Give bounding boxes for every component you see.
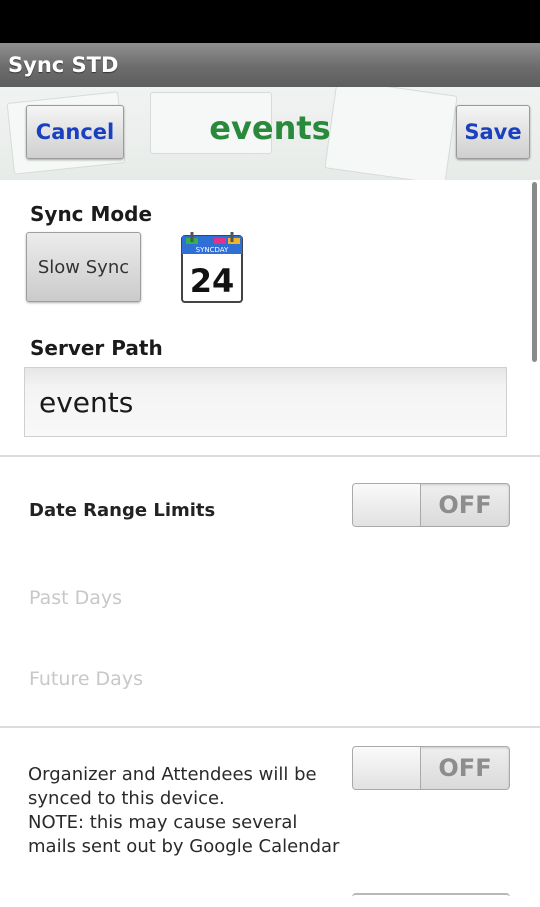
server-path-label: Server Path: [30, 336, 163, 360]
slow-sync-button[interactable]: Slow Sync: [26, 232, 141, 302]
sync-mode-label: Sync Mode: [30, 202, 153, 226]
toggle-knob: [353, 747, 421, 789]
app-title-text: Sync STD: [8, 53, 119, 77]
calendar-header-text: SYNCDAY: [196, 246, 229, 254]
toggle-knob: [353, 484, 421, 526]
note-line: NOTE: this may cause several: [28, 812, 298, 833]
scrollbar[interactable]: [532, 182, 537, 362]
toggle-state: OFF: [438, 491, 492, 519]
toggle-state: OFF: [438, 754, 492, 782]
app-title: Sync STD: [0, 43, 540, 87]
divider: [0, 455, 540, 457]
save-button[interactable]: Save: [456, 105, 530, 159]
header-bar: Cancel events Save: [0, 87, 540, 180]
attendees-note: Organizer and Attendees will be synced t…: [28, 763, 358, 859]
save-button-label: Save: [464, 120, 522, 144]
divider: [0, 726, 540, 728]
attendees-toggle[interactable]: OFF: [352, 746, 510, 790]
past-days-label: Past Days: [29, 587, 123, 609]
calendar-day-text: 24: [190, 262, 235, 300]
note-line: Organizer and Attendees will be: [28, 764, 317, 785]
date-range-limits-label: Date Range Limits: [29, 500, 216, 521]
future-days-label: Future Days: [29, 668, 143, 690]
note-line: synced to this device.: [28, 788, 225, 809]
calendar-icon: SYNCDAY 24: [180, 230, 244, 304]
status-bar: [0, 0, 540, 43]
slow-sync-button-label: Slow Sync: [37, 256, 130, 278]
server-path-input[interactable]: events: [24, 367, 507, 437]
note-line: mails sent out by Google Calendar: [28, 836, 340, 857]
next-toggle-partial[interactable]: [352, 893, 510, 907]
date-range-toggle[interactable]: OFF: [352, 483, 510, 527]
